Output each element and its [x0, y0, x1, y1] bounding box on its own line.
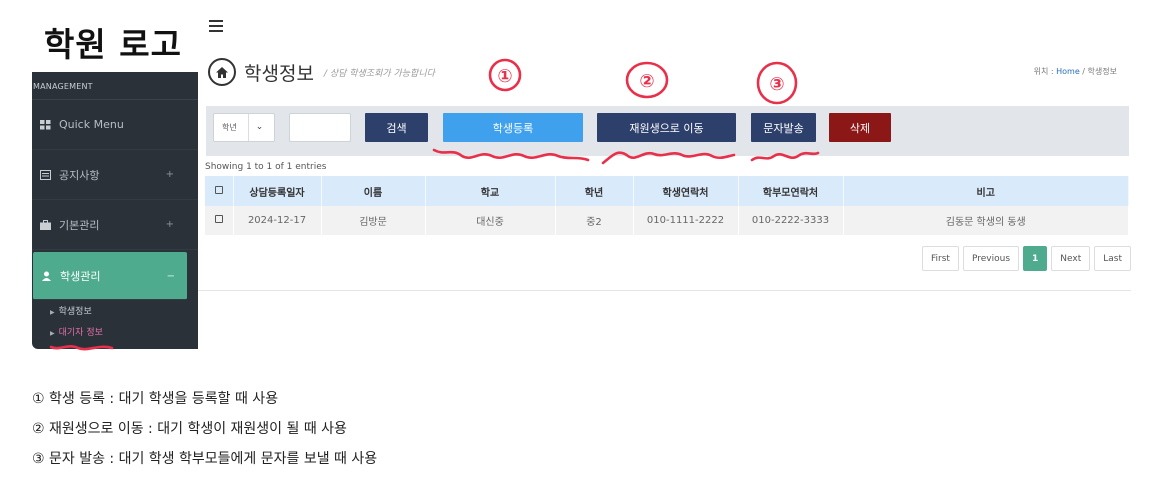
page-next-button[interactable]: Next [1051, 246, 1091, 271]
table-row[interactable]: 2024-12-17 김방문 대신중 중2 010-1111-2222 010-… [205, 206, 1129, 235]
table-cell: 중2 [555, 206, 634, 235]
column-header[interactable]: 비고 [843, 176, 1129, 206]
table-cell: 김동문 학생의 동생 [843, 206, 1129, 235]
expand-icon[interactable]: + [166, 219, 174, 230]
home-icon [208, 58, 236, 86]
sidebar-item-label: 기본관리 [59, 218, 100, 232]
sidebar: MANAGEMENT Quick Menu 공지사항 + 기본관리 + 학생관리… [32, 72, 198, 349]
grade-select-value: 학년 [222, 123, 237, 132]
student-table: 상담등록일자 이름 학교 학년 학생연락처 학부모연락처 비고 2024-12-… [205, 176, 1129, 235]
table-cell: 2024-12-17 [233, 206, 322, 235]
sidebar-item-notice[interactable]: 공지사항 + [32, 150, 198, 200]
main-panel: 학생정보 / 상담 학생조회가 가능합니다 위치 : Home / 학생정보 학… [198, 46, 1131, 291]
sidebar-subitem-student-info[interactable]: ▶ 학생정보 [32, 302, 198, 323]
note-line: ② 재원생으로 이동 : 대기 학생이 재원생이 될 때 사용 [32, 421, 347, 437]
grade-select[interactable]: 학년 ⌄ [213, 113, 275, 142]
user-icon [41, 271, 52, 281]
breadcrumb-home-link[interactable]: Home [1056, 67, 1080, 76]
search-input[interactable] [289, 113, 351, 142]
search-button[interactable]: 검색 [365, 113, 428, 142]
column-header[interactable]: 이름 [321, 176, 426, 206]
explanation-notes: ① 학생 등록 : 대기 학생을 등록할 때 사용 ② 재원생으로 이동 : 대… [32, 384, 377, 474]
select-all-cell [205, 176, 234, 206]
note-line: ③ 문자 발송 : 대기 학생 학부모들에게 문자를 보낼 때 사용 [32, 451, 378, 467]
page-previous-button[interactable]: Previous [962, 246, 1020, 271]
briefcase-icon [40, 219, 51, 230]
page-first-button[interactable]: First [922, 246, 959, 271]
sidebar-subitem-label: 대기자 정보 [58, 328, 103, 338]
screenshot-root: 학원 로고 MANAGEMENT Quick Menu 공지사항 + 기본관리 … [0, 0, 1163, 494]
caret-right-icon: ▶ [50, 309, 55, 316]
column-header[interactable]: 상담등록일자 [233, 176, 322, 206]
toolbar: 학년 ⌄ 검색 학생등록 재원생으로 이동 문자발송 삭제 [206, 106, 1129, 156]
collapse-icon[interactable]: − [167, 271, 175, 282]
row-checkbox[interactable] [214, 215, 223, 223]
chevron-down-icon: ⌄ [248, 114, 270, 141]
column-header[interactable]: 학부모연락처 [738, 176, 844, 206]
sidebar-item-students[interactable]: 학생관리 − [33, 252, 187, 300]
note-line: ① 학생 등록 : 대기 학생을 등록할 때 사용 [32, 391, 279, 407]
menu-toggle-icon[interactable] [209, 20, 223, 32]
sidebar-item-quick-menu[interactable]: Quick Menu [32, 100, 198, 150]
sidebar-item-label: 공지사항 [59, 168, 100, 182]
breadcrumb-separator: / [1082, 67, 1085, 76]
table-cell: 대신중 [425, 206, 556, 235]
column-header[interactable]: 학년 [555, 176, 634, 206]
move-to-enrolled-button[interactable]: 재원생으로 이동 [597, 113, 736, 142]
breadcrumb-current: 학생정보 [1087, 67, 1117, 76]
column-header[interactable]: 학생연락처 [633, 176, 739, 206]
row-select-cell [205, 206, 234, 235]
column-header[interactable]: 학교 [425, 176, 556, 206]
page-last-button[interactable]: Last [1094, 246, 1131, 271]
sidebar-item-label: 학생관리 [60, 269, 101, 283]
sidebar-subitem-label: 학생정보 [58, 307, 92, 317]
notice-icon [40, 169, 51, 180]
select-all-checkbox[interactable] [214, 185, 223, 194]
breadcrumb-prefix: 위치 : [1033, 67, 1054, 76]
table-cell: 010-2222-3333 [738, 206, 844, 235]
register-student-button[interactable]: 학생등록 [443, 113, 583, 142]
table-cell: 010-1111-2222 [633, 206, 739, 235]
academy-logo: 학원 로고 [44, 25, 182, 64]
table-cell: 김방문 [321, 206, 426, 235]
send-sms-button[interactable]: 문자발송 [751, 113, 816, 142]
sidebar-item-label: Quick Menu [59, 118, 124, 131]
page-subtitle: / 상담 학생조회가 가능합니다 [323, 68, 435, 79]
page-title: 학생정보 [244, 62, 314, 85]
grid-icon [40, 119, 51, 130]
table-header-row: 상담등록일자 이름 학교 학년 학생연락처 학부모연락처 비고 [205, 176, 1129, 206]
pagination: First Previous 1 Next Last [922, 246, 1131, 271]
breadcrumb: 위치 : Home / 학생정보 [1034, 66, 1117, 77]
sidebar-header: MANAGEMENT [32, 72, 198, 100]
page-current-button[interactable]: 1 [1023, 246, 1048, 271]
page-header: 학생정보 / 상담 학생조회가 가능합니다 [208, 58, 435, 86]
sidebar-item-basic[interactable]: 기본관리 + [32, 200, 198, 250]
caret-right-icon: ▶ [50, 330, 55, 337]
sidebar-subitem-waiting-info[interactable]: ▶ 대기자 정보 [32, 323, 198, 344]
delete-button[interactable]: 삭제 [829, 113, 891, 142]
expand-icon[interactable]: + [166, 169, 174, 180]
entries-info: Showing 1 to 1 of 1 entries [205, 162, 327, 172]
